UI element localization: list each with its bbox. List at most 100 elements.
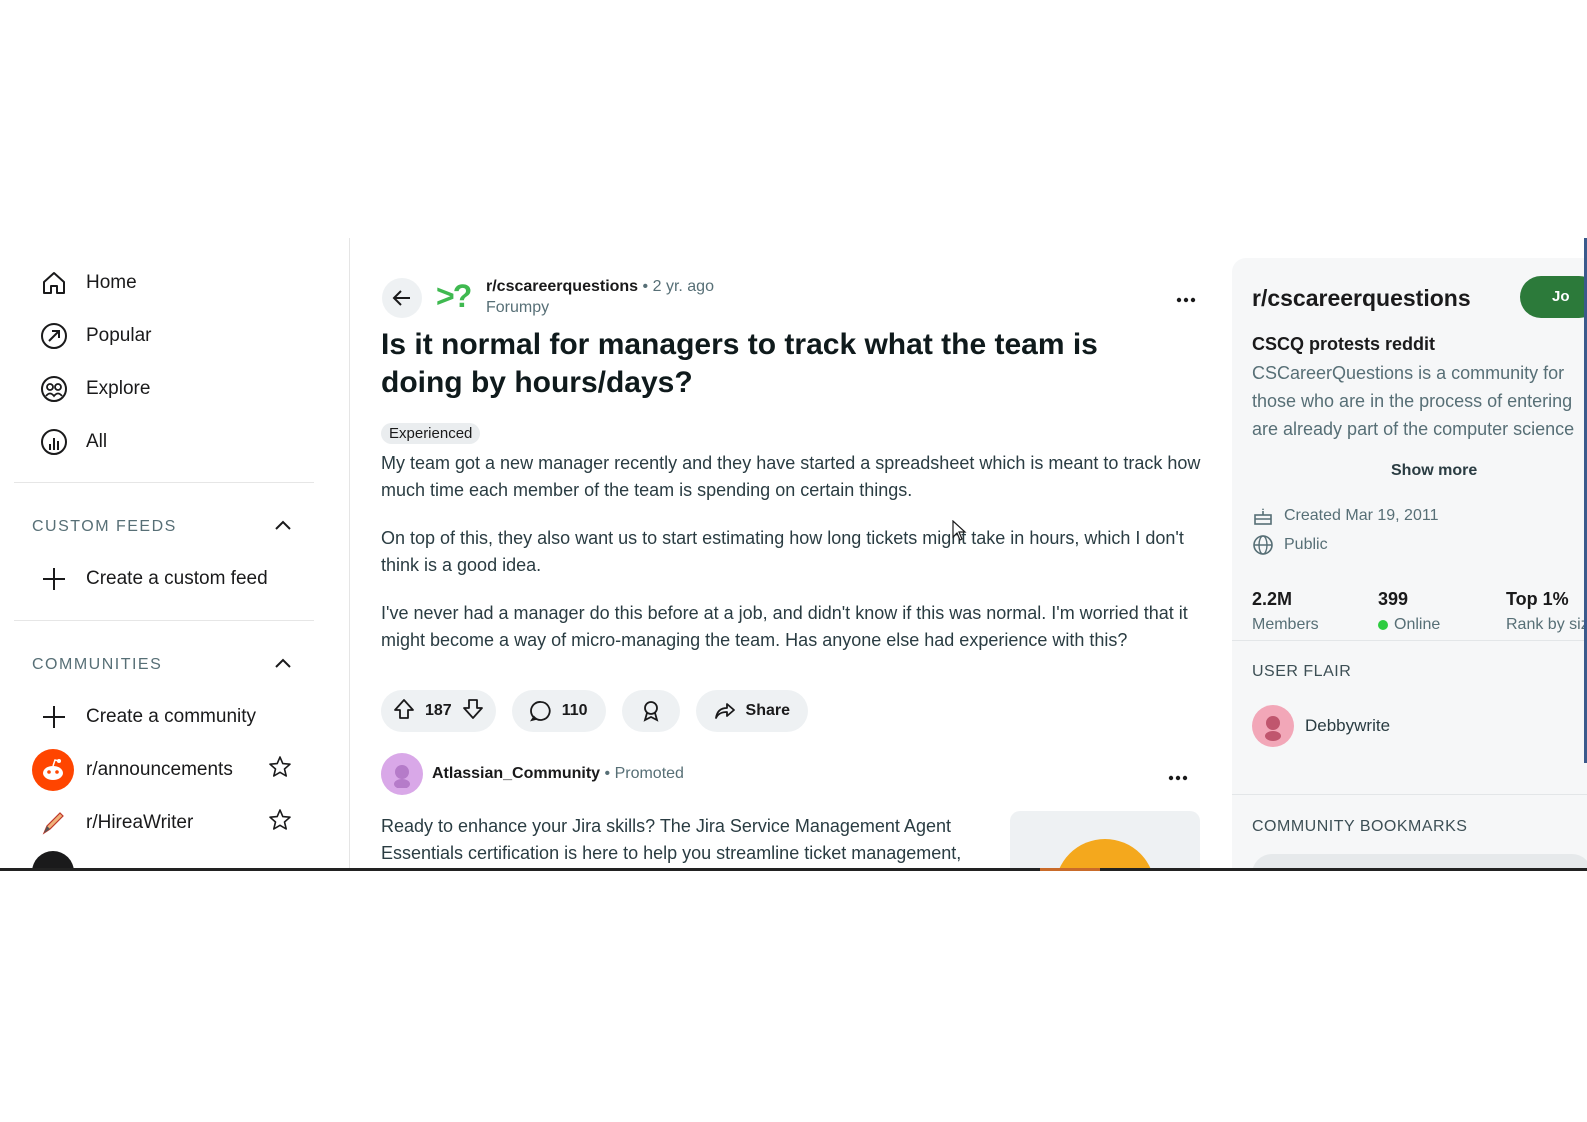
community-item-announcements[interactable]: r/announcements bbox=[32, 748, 292, 792]
online-dot-icon bbox=[1378, 620, 1388, 630]
promoted-tag: Promoted bbox=[614, 765, 684, 782]
user-flair-name[interactable]: Debbywrite bbox=[1305, 716, 1390, 736]
stat-value: 399 bbox=[1378, 589, 1409, 609]
create-community-button[interactable]: Create a community bbox=[40, 697, 256, 737]
frame-accent bbox=[1040, 868, 1100, 871]
award-button[interactable] bbox=[621, 690, 680, 732]
more-icon bbox=[1176, 297, 1196, 303]
post-paragraph: On top of this, they also want us to sta… bbox=[381, 528, 1184, 575]
home-icon bbox=[40, 269, 68, 297]
visibility-label: Public bbox=[1284, 536, 1328, 553]
post-body: My team got a new manager recently and t… bbox=[381, 450, 1211, 675]
panel-divider bbox=[1232, 640, 1587, 641]
sidebar-item-explore[interactable]: Explore bbox=[40, 369, 150, 409]
post-view: >? r/cscareerquestions • 2 yr. ago Forum… bbox=[350, 238, 1232, 870]
promoted-options-button[interactable] bbox=[1168, 764, 1188, 787]
community-name[interactable]: r/cscareerquestions bbox=[1252, 285, 1471, 312]
comment-count: 110 bbox=[561, 702, 588, 719]
comments-button[interactable]: 110 bbox=[511, 690, 606, 732]
comment-icon bbox=[529, 701, 551, 722]
author-link[interactable]: Forumpy bbox=[486, 299, 714, 317]
sidebar-item-all[interactable]: All bbox=[40, 422, 107, 462]
meta-separator: • bbox=[642, 278, 649, 295]
more-icon bbox=[1168, 775, 1188, 781]
cake-icon bbox=[1254, 508, 1272, 525]
upvote-icon[interactable] bbox=[393, 698, 415, 725]
community-label: r/announcements bbox=[86, 759, 233, 780]
sidebar-divider bbox=[14, 620, 314, 621]
plus-icon bbox=[40, 703, 68, 731]
user-flair-avatar[interactable] bbox=[1252, 705, 1294, 747]
mouse-cursor-icon bbox=[952, 519, 968, 547]
post-paragraph: I've never had a manager do this before … bbox=[381, 603, 1188, 650]
show-more-button[interactable]: Show more bbox=[1391, 462, 1477, 480]
join-button[interactable]: Jo bbox=[1520, 276, 1587, 318]
post-age: 2 yr. ago bbox=[652, 278, 714, 295]
custom-feeds-header[interactable]: CUSTOM FEEDS bbox=[32, 518, 292, 536]
promoted-meta: Atlassian_Community • Promoted bbox=[432, 765, 684, 783]
created-row: Created Mar 19, 2011 bbox=[1252, 505, 1438, 527]
stat-online: 399 Online bbox=[1378, 589, 1440, 634]
stat-label: Members bbox=[1252, 616, 1319, 633]
vote-control: 187 bbox=[381, 690, 496, 732]
meta-separator: • bbox=[604, 765, 611, 782]
community-item-partial[interactable] bbox=[32, 850, 292, 870]
explore-icon bbox=[40, 375, 68, 403]
post-actions: 187 110 Share bbox=[381, 690, 808, 732]
reddit-snoo-icon bbox=[32, 749, 74, 791]
visibility-row: Public bbox=[1252, 534, 1328, 556]
chevron-up-icon[interactable] bbox=[274, 656, 292, 674]
arrow-left-icon bbox=[392, 290, 410, 306]
post-paragraph: My team got a new manager recently and t… bbox=[381, 453, 1201, 500]
bookmarks-heading: COMMUNITY BOOKMARKS bbox=[1252, 818, 1468, 835]
create-community-label: Create a community bbox=[86, 706, 257, 727]
award-icon bbox=[643, 701, 658, 722]
share-button[interactable]: Share bbox=[695, 690, 808, 732]
promoted-text[interactable]: Ready to enhance your Jira skills? The J… bbox=[381, 813, 981, 867]
description-line: CSCareerQuestions is a community for bbox=[1252, 363, 1565, 383]
created-date: Created Mar 19, 2011 bbox=[1284, 507, 1439, 524]
subreddit-logo[interactable]: >? bbox=[436, 278, 472, 315]
reddit-window: Home Popular Explore All CUSTOM FEEDS Cr… bbox=[0, 238, 1587, 870]
create-custom-feed-button[interactable]: Create a custom feed bbox=[40, 559, 268, 599]
pencil-icon bbox=[32, 802, 74, 844]
stat-label: Online bbox=[1394, 616, 1441, 633]
promo-image-shape bbox=[1055, 839, 1155, 870]
snoo-avatar-icon bbox=[394, 765, 410, 788]
snoo-avatar-icon bbox=[1265, 716, 1281, 741]
sidebar-item-label: All bbox=[86, 431, 108, 452]
post-title: Is it normal for managers to track what … bbox=[381, 328, 1098, 399]
community-description: CSCareerQuestions is a community for tho… bbox=[1252, 359, 1582, 443]
community-subtitle: CSCQ protests reddit bbox=[1252, 334, 1436, 354]
communities-header[interactable]: COMMUNITIES bbox=[32, 656, 292, 674]
community-info-panel: r/cscareerquestions Jo CSCQ protests red… bbox=[1232, 258, 1587, 870]
plus-icon bbox=[40, 565, 68, 593]
post-flair[interactable]: Experienced bbox=[381, 423, 481, 444]
post-options-button[interactable] bbox=[1176, 286, 1196, 309]
downvote-icon[interactable] bbox=[462, 698, 484, 725]
star-icon[interactable] bbox=[268, 755, 292, 785]
star-icon[interactable] bbox=[268, 808, 292, 838]
promoted-author[interactable]: Atlassian_Community bbox=[432, 765, 600, 782]
vote-count: 187 bbox=[425, 702, 452, 719]
sidebar-item-label: Popular bbox=[86, 325, 152, 346]
create-custom-feed-label: Create a custom feed bbox=[86, 568, 268, 589]
stat-members: 2.2M Members bbox=[1252, 589, 1319, 634]
promoted-avatar[interactable] bbox=[381, 753, 423, 795]
communities-heading: COMMUNITIES bbox=[32, 656, 163, 673]
sidebar-item-home[interactable]: Home bbox=[40, 263, 137, 303]
promoted-thumbnail[interactable] bbox=[1010, 811, 1200, 870]
all-icon bbox=[40, 428, 68, 456]
custom-feeds-heading: CUSTOM FEEDS bbox=[32, 518, 177, 535]
frame-bottom-border bbox=[0, 868, 1587, 871]
chevron-up-icon[interactable] bbox=[274, 518, 292, 536]
back-button[interactable] bbox=[382, 278, 422, 318]
sidebar-item-popular[interactable]: Popular bbox=[40, 316, 152, 356]
description-line: those who are in the process of entering bbox=[1252, 391, 1573, 411]
share-icon bbox=[714, 703, 735, 719]
stat-rank: Top 1% Rank by size bbox=[1506, 589, 1587, 634]
subreddit-link[interactable]: r/cscareerquestions bbox=[486, 278, 638, 295]
user-flair-heading: USER FLAIR bbox=[1252, 663, 1352, 680]
community-item-hireawriter[interactable]: r/HireaWriter bbox=[32, 801, 292, 845]
globe-icon bbox=[1253, 535, 1273, 555]
